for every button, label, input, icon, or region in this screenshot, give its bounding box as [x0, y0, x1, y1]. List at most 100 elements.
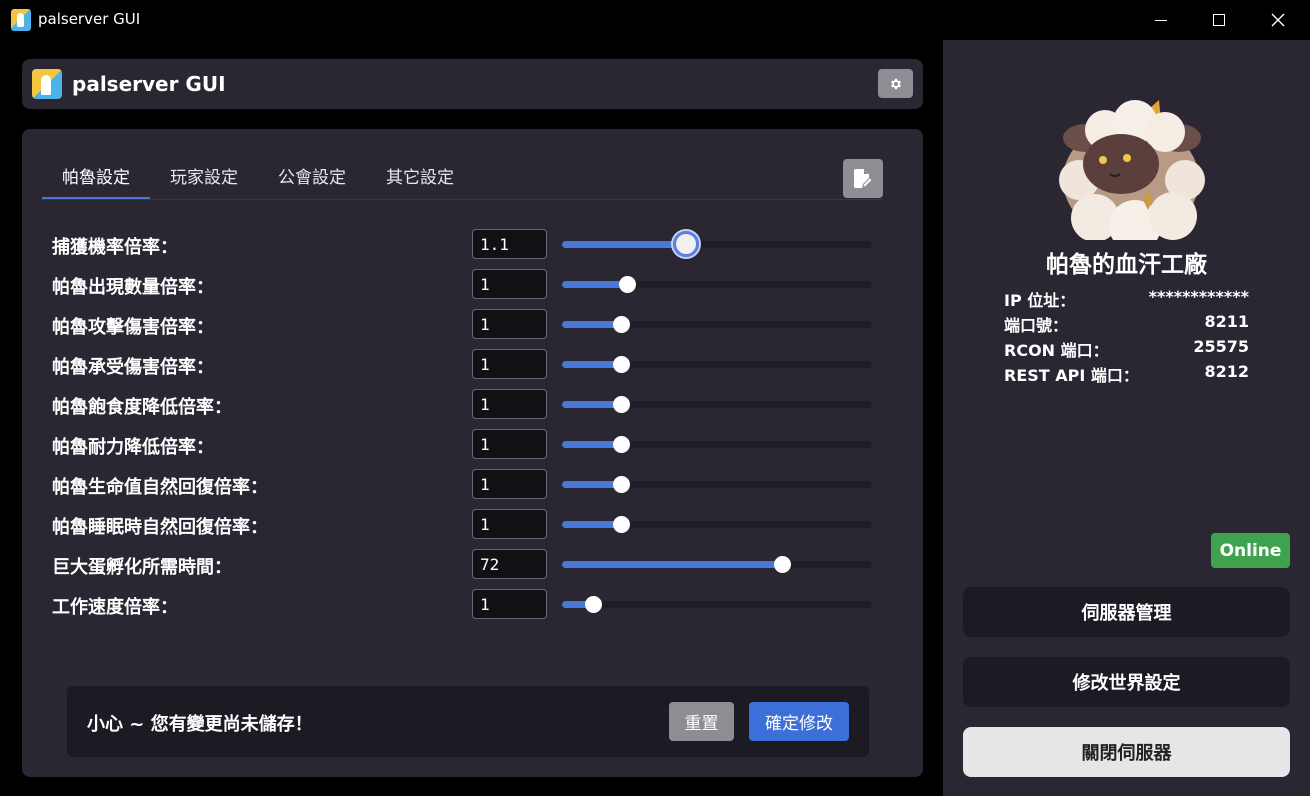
slider-thumb[interactable] [584, 596, 602, 613]
slider-fill [562, 281, 627, 288]
tab-pal-settings[interactable]: 帕魯設定 [42, 157, 150, 199]
setting-label: 帕魯飽食度降低倍率： [52, 397, 232, 418]
info-value: 25575 [1193, 337, 1249, 356]
setting-row: 帕魯睡眠時自然回復倍率： [52, 509, 882, 539]
slider-thumb[interactable] [773, 556, 791, 573]
tab-player-settings[interactable]: 玩家設定 [150, 157, 258, 199]
slider-fill [562, 561, 782, 568]
setting-label: 帕魯出現數量倍率： [52, 277, 214, 298]
maximize-icon [1213, 14, 1225, 26]
setting-value-input[interactable] [472, 309, 547, 339]
setting-row: 工作速度倍率： [52, 589, 882, 619]
unsaved-changes-bar: 小心 ~ 您有變更尚未儲存！ 重置 確定修改 [67, 686, 869, 757]
info-row-rest-api-port: REST API 端口： 8212 [1004, 362, 1249, 387]
setting-row: 帕魯生命值自然回復倍率： [52, 469, 882, 499]
slider-thumb[interactable] [612, 396, 630, 413]
minimize-icon [1155, 19, 1167, 21]
pal-avatar-icon [1055, 100, 1207, 240]
setting-slider[interactable] [562, 276, 872, 293]
setting-value-input[interactable] [472, 589, 547, 619]
setting-label: 捕獲機率倍率： [52, 237, 178, 258]
info-label: IP 位址： [1004, 291, 1076, 310]
status-badge: Online [1211, 533, 1290, 568]
setting-value-input[interactable] [472, 469, 547, 499]
setting-row: 帕魯飽食度降低倍率： [52, 389, 882, 419]
setting-value-input[interactable] [472, 269, 547, 299]
settings-button[interactable] [878, 69, 913, 98]
info-value: ************ [1148, 287, 1249, 306]
confirm-button[interactable]: 確定修改 [749, 702, 849, 741]
slider-thumb[interactable] [612, 316, 630, 333]
setting-label: 帕魯生命值自然回復倍率： [52, 477, 268, 498]
slider-thumb[interactable] [673, 231, 699, 257]
edit-config-button[interactable] [843, 159, 883, 198]
close-button[interactable] [1255, 6, 1301, 34]
slider-thumb[interactable] [612, 436, 630, 453]
setting-slider[interactable] [562, 516, 872, 533]
app-logo-icon [11, 9, 31, 31]
setting-value-input[interactable] [472, 429, 547, 459]
setting-value-input[interactable] [472, 549, 547, 579]
tab-divider [42, 199, 883, 200]
info-row-rcon-port: RCON 端口： 25575 [1004, 337, 1249, 362]
tab-other-settings[interactable]: 其它設定 [366, 157, 474, 199]
setting-slider[interactable] [562, 596, 872, 613]
setting-row: 巨大蛋孵化所需時間： [52, 549, 882, 579]
setting-slider[interactable] [562, 396, 872, 413]
maximize-button[interactable] [1196, 6, 1242, 34]
setting-label: 帕魯攻擊傷害倍率： [52, 317, 214, 338]
slider-thumb[interactable] [612, 476, 630, 493]
gear-icon [890, 78, 901, 89]
setting-value-input[interactable] [472, 509, 547, 539]
edit-document-icon [854, 168, 872, 188]
setting-value-input[interactable] [472, 229, 547, 259]
info-row-port: 端口號： 8211 [1004, 312, 1249, 337]
settings-panel: 帕魯設定 玩家設定 公會設定 其它設定 捕獲機率倍率： 帕魯出現數量倍率： 帕魯攻擊… [22, 129, 923, 777]
minimize-button[interactable] [1138, 6, 1184, 34]
reset-button[interactable]: 重置 [669, 702, 734, 741]
tab-guild-settings[interactable]: 公會設定 [258, 157, 366, 199]
window-title: palserver GUI [38, 10, 141, 28]
setting-value-input[interactable] [472, 349, 547, 379]
app-header: palserver GUI [22, 59, 923, 109]
setting-label: 帕魯承受傷害倍率： [52, 357, 214, 378]
info-value: 8211 [1204, 312, 1249, 331]
setting-slider[interactable] [562, 231, 872, 257]
tab-bar: 帕魯設定 玩家設定 公會設定 其它設定 [42, 157, 474, 199]
edit-world-settings-button[interactable]: 修改世界設定 [963, 657, 1290, 707]
server-info-panel: 帕魯的血汗工廠 IP 位址： ************ 端口號： 8211 RC… [943, 40, 1310, 796]
setting-row: 帕魯攻擊傷害倍率： [52, 309, 882, 339]
setting-slider[interactable] [562, 436, 872, 453]
setting-label: 帕魯睡眠時自然回復倍率： [52, 517, 268, 538]
info-label: REST API 端口： [1004, 366, 1139, 385]
setting-row: 捕獲機率倍率： [52, 229, 882, 259]
slider-thumb[interactable] [618, 276, 636, 293]
setting-row: 帕魯承受傷害倍率： [52, 349, 882, 379]
setting-slider[interactable] [562, 316, 872, 333]
setting-value-input[interactable] [472, 389, 547, 419]
slider-thumb[interactable] [612, 516, 630, 533]
info-value: 8212 [1204, 362, 1249, 381]
setting-row: 帕魯耐力降低倍率： [52, 429, 882, 459]
setting-slider[interactable] [562, 356, 872, 373]
setting-label: 巨大蛋孵化所需時間： [52, 557, 232, 578]
unsaved-changes-text: 小心 ~ 您有變更尚未儲存！ [87, 714, 313, 735]
setting-row: 帕魯出現數量倍率： [52, 269, 882, 299]
info-label: 端口號： [1004, 316, 1069, 335]
server-management-button[interactable]: 伺服器管理 [963, 587, 1290, 637]
info-row-ip: IP 位址： ************ [1004, 287, 1249, 312]
server-connection-info: IP 位址： ************ 端口號： 8211 RCON 端口： 2… [1004, 287, 1249, 387]
setting-slider[interactable] [562, 476, 872, 493]
setting-slider[interactable] [562, 556, 872, 573]
setting-label: 帕魯耐力降低倍率： [52, 437, 214, 458]
title-bar: palserver GUI [0, 0, 1310, 40]
stop-server-button[interactable]: 關閉伺服器 [963, 727, 1290, 777]
setting-label: 工作速度倍率： [52, 597, 178, 618]
info-label: RCON 端口： [1004, 341, 1109, 360]
app-header-title: palserver GUI [72, 72, 226, 96]
close-icon [1271, 13, 1285, 27]
server-name: 帕魯的血汗工廠 [1046, 252, 1207, 278]
slider-thumb[interactable] [612, 356, 630, 373]
slider-fill [562, 241, 686, 248]
app-logo-icon [32, 69, 62, 99]
